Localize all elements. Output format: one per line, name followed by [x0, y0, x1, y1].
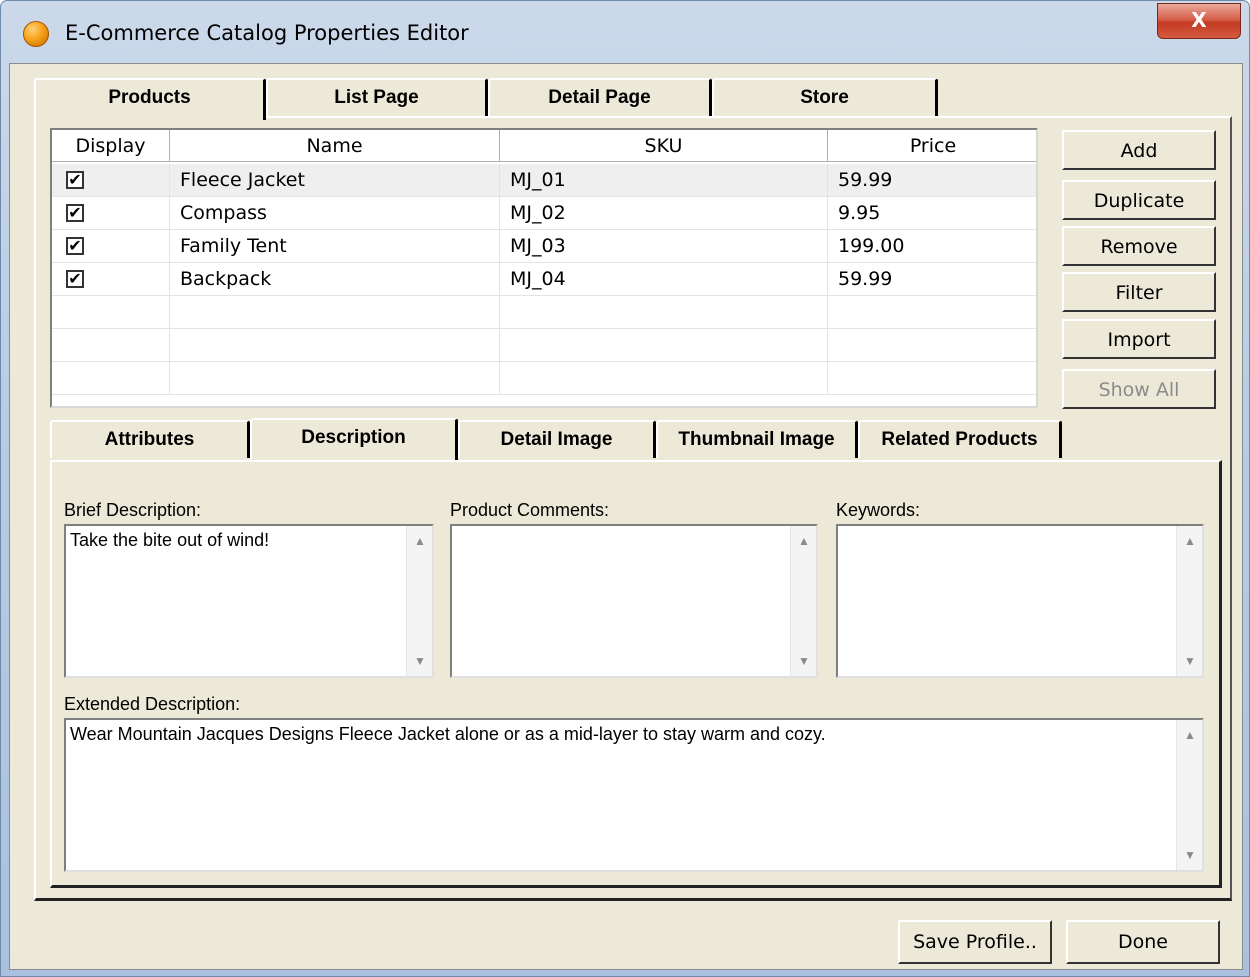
extended-description-text: Wear Mountain Jacques Designs Fleece Jac… [70, 724, 826, 744]
tab-related-products[interactable]: Related Products [858, 420, 1062, 458]
cell-name: Fleece Jacket [170, 164, 500, 197]
scroll-down-icon[interactable]: ▼ [1177, 654, 1202, 668]
done-button[interactable]: Done [1066, 920, 1220, 964]
keywords-label: Keywords: [836, 500, 921, 520]
products-grid[interactable]: Display Name SKU Price ✔ Fleece Jacket M… [50, 128, 1038, 408]
grid-header: Display Name SKU Price [52, 130, 1036, 162]
save-profile-button[interactable]: Save Profile.. [898, 920, 1052, 964]
add-button[interactable]: Add [1062, 130, 1216, 170]
table-row[interactable]: ✔ Compass MJ_02 9.95 [52, 197, 1036, 230]
empty-row [52, 296, 1036, 329]
app-orb-icon [23, 21, 49, 47]
display-checkbox[interactable]: ✔ [66, 237, 84, 255]
brief-description-field[interactable]: Take the bite out of wind! ▲ ▼ [64, 524, 434, 678]
extended-scrollbar[interactable]: ▲ ▼ [1176, 720, 1202, 870]
scroll-down-icon[interactable]: ▼ [791, 654, 816, 668]
scroll-up-icon[interactable]: ▲ [407, 534, 432, 548]
keywords-field[interactable]: ▲ ▼ [836, 524, 1204, 678]
cell-name: Compass [170, 197, 500, 230]
import-button[interactable]: Import [1062, 319, 1216, 359]
close-button[interactable]: X [1157, 3, 1241, 39]
table-row[interactable]: ✔ Backpack MJ_04 59.99 [52, 263, 1036, 296]
products-panel: Display Name SKU Price ✔ Fleece Jacket M… [34, 116, 1232, 901]
window-title: E-Commerce Catalog Properties Editor [65, 21, 469, 45]
cell-sku: MJ_02 [500, 197, 828, 230]
column-header-price[interactable]: Price [828, 130, 1036, 162]
scroll-down-icon[interactable]: ▼ [1177, 848, 1202, 862]
comments-scrollbar[interactable]: ▲ ▼ [790, 526, 816, 676]
cell-name: Backpack [170, 263, 500, 296]
tab-detail-image[interactable]: Detail Image [458, 420, 656, 458]
cell-price: 199.00 [828, 230, 1036, 263]
duplicate-button[interactable]: Duplicate [1062, 180, 1216, 220]
keywords-scrollbar[interactable]: ▲ ▼ [1176, 526, 1202, 676]
table-row[interactable]: ✔ Fleece Jacket MJ_01 59.99 [52, 164, 1036, 197]
brief-description-label: Brief Description: [64, 500, 202, 520]
brief-description-text: Take the bite out of wind! [70, 530, 270, 550]
cell-price: 59.99 [828, 164, 1036, 197]
cell-price: 9.95 [828, 197, 1036, 230]
extended-description-label: Extended Description: [64, 694, 241, 714]
table-row[interactable]: ✔ Family Tent MJ_03 199.00 [52, 230, 1036, 263]
extended-description-field[interactable]: Wear Mountain Jacques Designs Fleece Jac… [64, 718, 1204, 872]
tab-detail-page[interactable]: Detail Page [488, 78, 712, 116]
dialog-client-area: Products List Page Detail Page Store Dis… [9, 63, 1243, 970]
cell-sku: MJ_03 [500, 230, 828, 263]
cell-sku: MJ_04 [500, 263, 828, 296]
product-comments-field[interactable]: ▲ ▼ [450, 524, 818, 678]
scroll-up-icon[interactable]: ▲ [1177, 534, 1202, 548]
product-comments-label: Product Comments: [450, 500, 610, 520]
description-panel: Brief Description: Take the bite out of … [50, 460, 1222, 888]
show-all-button[interactable]: Show All [1062, 369, 1216, 409]
scroll-down-icon[interactable]: ▼ [407, 654, 432, 668]
display-checkbox[interactable]: ✔ [66, 171, 84, 189]
brief-scrollbar[interactable]: ▲ ▼ [406, 526, 432, 676]
empty-row [52, 329, 1036, 362]
tab-store[interactable]: Store [712, 78, 938, 116]
column-header-name[interactable]: Name [170, 130, 500, 162]
app-window: E-Commerce Catalog Properties Editor X P… [0, 0, 1250, 977]
filter-button[interactable]: Filter [1062, 272, 1216, 312]
display-checkbox[interactable]: ✔ [66, 270, 84, 288]
cell-sku: MJ_01 [500, 164, 828, 197]
cell-name: Family Tent [170, 230, 500, 263]
cell-price: 59.99 [828, 263, 1036, 296]
tab-thumbnail-image[interactable]: Thumbnail Image [656, 420, 858, 458]
tab-products[interactable]: Products [34, 78, 266, 120]
title-bar: E-Commerce Catalog Properties Editor X [1, 1, 1249, 63]
scroll-up-icon[interactable]: ▲ [1177, 728, 1202, 742]
column-header-sku[interactable]: SKU [500, 130, 828, 162]
column-header-display[interactable]: Display [52, 130, 170, 162]
remove-button[interactable]: Remove [1062, 226, 1216, 266]
tab-list-page[interactable]: List Page [266, 78, 488, 116]
scroll-up-icon[interactable]: ▲ [791, 534, 816, 548]
display-checkbox[interactable]: ✔ [66, 204, 84, 222]
tab-description[interactable]: Description [250, 418, 458, 460]
empty-row [52, 362, 1036, 395]
tab-attributes[interactable]: Attributes [50, 420, 250, 458]
